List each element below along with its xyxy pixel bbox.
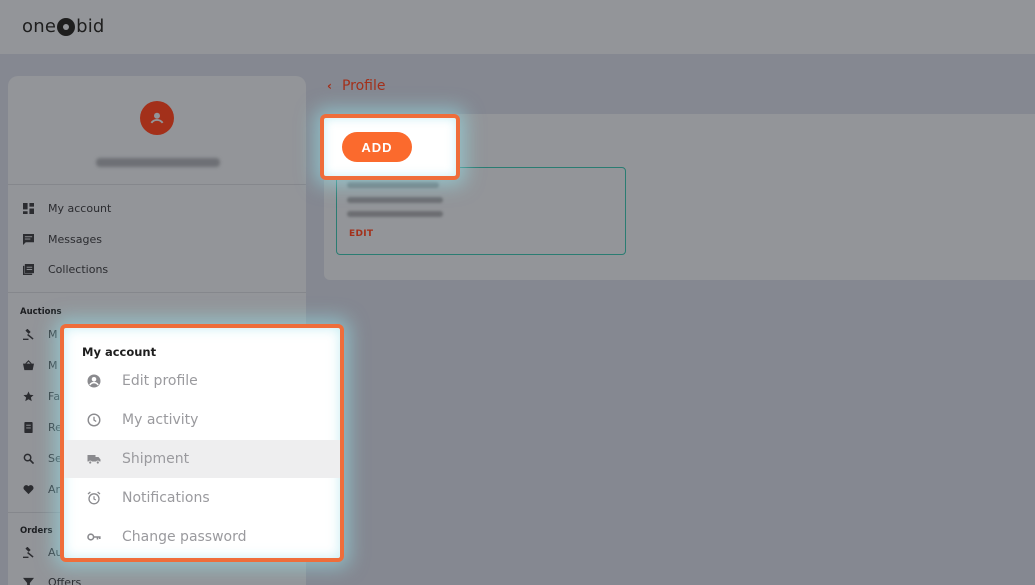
gavel-icon — [22, 547, 34, 559]
star-icon — [22, 391, 34, 403]
menu-item-change-password[interactable]: Change password — [64, 518, 340, 556]
menu-item-label: Change password — [122, 529, 247, 545]
address-line-blurred — [347, 211, 443, 217]
filter-icon — [22, 577, 34, 585]
menu-item-edit-profile[interactable]: Edit profile — [64, 362, 340, 400]
menu-item-shipment[interactable]: Shipment — [64, 440, 340, 478]
address-line-blurred — [347, 182, 439, 188]
menu-item-label: Notifications — [122, 490, 210, 506]
menu-item-notifications[interactable]: Notifications — [64, 479, 340, 517]
menu-item-label: Edit profile — [122, 373, 198, 389]
sidebar-item-label: M — [48, 328, 58, 341]
sidebar-item-collections[interactable]: Collections — [22, 263, 108, 276]
basket-icon — [22, 360, 34, 372]
account-circle-icon — [86, 373, 102, 389]
menu-item-my-activity[interactable]: My activity — [64, 401, 340, 439]
sidebar-item-auction-3[interactable]: Fa — [22, 390, 60, 403]
menu-item-label: Shipment — [122, 451, 190, 467]
sidebar-item-label: Collections — [48, 263, 109, 276]
edit-address-button[interactable]: EDIT — [349, 229, 373, 239]
onebid-logo[interactable]: one bid — [22, 16, 105, 37]
logo-mark-icon — [57, 17, 76, 36]
page-title: Profile — [341, 78, 386, 94]
section-label-auctions: Auctions — [20, 307, 62, 317]
sidebar-item-label: My account — [48, 202, 112, 215]
sidebar-item-auction-6[interactable]: Ar — [22, 483, 60, 496]
my-account-popup-menu: My account Edit profile My activity Ship… — [60, 324, 344, 562]
sidebar-item-auction-5[interactable]: Se — [22, 452, 62, 465]
receipt-icon — [22, 422, 34, 434]
chevron-left-icon: ‹ — [327, 79, 332, 93]
sidebar-item-auction-2[interactable]: M — [22, 359, 58, 372]
top-bar: one bid — [0, 0, 1035, 54]
username-blurred — [96, 158, 220, 167]
section-label-orders: Orders — [20, 526, 53, 536]
divider — [8, 184, 306, 185]
menu-item-label: My activity — [122, 412, 199, 428]
logo-text-left: one — [22, 16, 57, 37]
sidebar-item-messages[interactable]: Messages — [22, 233, 102, 246]
address-line-blurred — [347, 197, 443, 203]
add-address-button[interactable]: ADD — [342, 132, 412, 162]
heart-icon — [22, 484, 34, 496]
sidebar-item-auction-1[interactable]: M — [22, 328, 58, 341]
gavel-icon — [22, 329, 34, 341]
sidebar-item-my-account[interactable]: My account — [22, 202, 111, 215]
search-icon — [22, 453, 34, 465]
sidebar-item-label: Fa — [48, 390, 61, 403]
popup-title: My account — [82, 345, 157, 359]
logo-text-right: bid — [76, 16, 105, 37]
alarm-icon — [86, 490, 102, 506]
sidebar-item-offers[interactable]: Offers — [22, 576, 81, 585]
back-to-profile-link[interactable]: ‹ Profile — [327, 78, 385, 94]
dashboard-icon — [22, 203, 34, 215]
sidebar-item-label: Messages — [48, 233, 102, 246]
avatar[interactable] — [140, 101, 174, 135]
account-circle-icon — [148, 109, 166, 127]
sidebar-item-label: Ar — [48, 483, 61, 496]
message-icon — [22, 234, 34, 246]
clock-icon — [86, 412, 102, 428]
divider — [8, 292, 306, 293]
collections-icon — [22, 264, 34, 276]
key-icon — [86, 529, 102, 545]
sidebar-item-order-1[interactable]: Au — [22, 546, 63, 559]
address-card: EDIT — [336, 167, 626, 255]
sidebar-item-label: M — [48, 359, 58, 372]
truck-icon — [86, 451, 102, 467]
sidebar-item-label: Offers — [48, 576, 82, 585]
sidebar-item-auction-4[interactable]: Re — [22, 421, 62, 434]
